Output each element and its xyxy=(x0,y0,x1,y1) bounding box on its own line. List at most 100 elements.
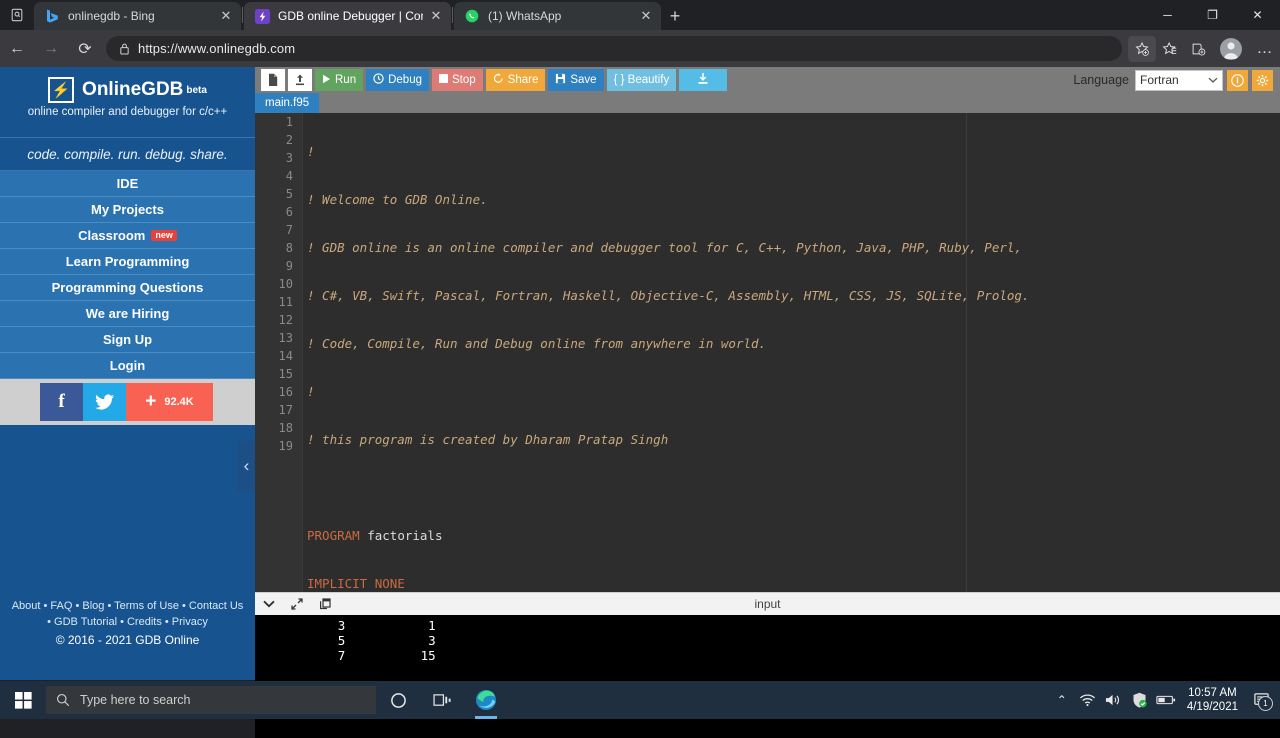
twitter-icon[interactable] xyxy=(83,383,126,421)
share-button[interactable]: + 92.4K xyxy=(126,383,213,421)
defender-icon[interactable] xyxy=(1127,681,1153,719)
sidebar: ⚡ OnlineGDB beta online compiler and deb… xyxy=(0,67,255,680)
sidebar-item-login[interactable]: Login xyxy=(0,353,255,379)
tab-close-icon[interactable]: ✕ xyxy=(427,7,445,25)
new-file-icon[interactable] xyxy=(261,69,285,91)
console-line: 7 15 xyxy=(255,648,436,663)
window-maximize-button[interactable]: ❐ xyxy=(1190,0,1235,30)
edge-icon[interactable] xyxy=(464,681,508,719)
facebook-icon[interactable]: f xyxy=(40,383,83,421)
info-icon[interactable] xyxy=(1227,69,1248,91)
footer-links-line-1[interactable]: About • FAQ • Blog • Terms of Use • Cont… xyxy=(0,598,255,614)
browser-tab-1[interactable]: GDB online Debugger | Compiler ✕ xyxy=(244,2,451,30)
sidebar-item-learn-programming[interactable]: Learn Programming xyxy=(0,249,255,275)
footer-links-line-2[interactable]: • GDB Tutorial • Credits • Privacy xyxy=(0,614,255,630)
code-line: ! xyxy=(303,143,1280,161)
tab-close-icon[interactable]: ✕ xyxy=(217,7,235,25)
language-select[interactable]: Fortran xyxy=(1135,69,1223,91)
sidebar-item-my-projects[interactable]: My Projects xyxy=(0,197,255,223)
screen: onlinegdb - Bing ✕ GDB online Debugger |… xyxy=(0,0,1280,738)
reload-button[interactable]: ⟳ xyxy=(68,32,102,66)
social-bar: f + 92.4K xyxy=(0,379,255,425)
play-icon xyxy=(322,74,331,87)
page-content: ⚡ OnlineGDB beta online compiler and deb… xyxy=(0,67,1280,738)
save-button[interactable]: Save xyxy=(548,69,604,91)
speaker-icon[interactable] xyxy=(1101,681,1127,719)
window-close-button[interactable]: ✕ xyxy=(1235,0,1280,30)
line-number: 12 xyxy=(278,313,293,327)
browser-tab-title: onlinegdb - Bing xyxy=(68,9,155,23)
battery-icon[interactable] xyxy=(1153,681,1179,719)
line-number: 13 xyxy=(278,331,293,345)
run-button[interactable]: Run xyxy=(315,69,364,91)
sidebar-collapse-button[interactable]: ‹ xyxy=(237,441,256,491)
debug-button[interactable]: Debug xyxy=(366,69,429,91)
save-icon xyxy=(555,73,566,87)
sidebar-item-ide[interactable]: IDE xyxy=(0,171,255,197)
gear-icon[interactable] xyxy=(1252,69,1273,91)
taskbar-search-input[interactable]: Type here to search xyxy=(46,686,376,714)
favorites-icon[interactable] xyxy=(1156,36,1184,62)
chevron-down-icon[interactable] xyxy=(255,593,283,615)
sidebar-item-classroom[interactable]: Classroom new xyxy=(0,223,255,249)
plus-icon: + xyxy=(145,391,157,412)
sidebar-item-label: My Projects xyxy=(91,202,164,217)
tab-close-icon[interactable]: ✕ xyxy=(637,7,655,25)
comment-token: ! xyxy=(307,144,315,159)
browser-tab-title: GDB online Debugger | Compiler xyxy=(278,9,423,23)
taskbar-search-placeholder: Type here to search xyxy=(80,693,191,707)
console-output[interactable]: 3 1 5 3 7 15 ...Program finished with ex… xyxy=(255,615,1280,738)
forward-button[interactable]: → xyxy=(34,32,68,66)
wifi-icon[interactable] xyxy=(1075,681,1101,719)
copy-icon[interactable] xyxy=(311,593,339,615)
favorite-add-icon[interactable] xyxy=(1128,35,1156,62)
back-button[interactable]: ← xyxy=(0,32,34,66)
output-panel-title: input xyxy=(754,597,781,611)
address-bar-url: https://www.onlinegdb.com xyxy=(138,41,296,56)
browser-tab-strip: onlinegdb - Bing ✕ GDB online Debugger |… xyxy=(0,0,1280,30)
ide-toolbar: Run Debug Stop Share Save {} Beautify L… xyxy=(255,67,1280,93)
browser-more-menu-button[interactable]: … xyxy=(1250,36,1280,62)
browser-tab-2[interactable]: (1) WhatsApp ✕ xyxy=(454,2,661,30)
avatar[interactable] xyxy=(1220,37,1242,60)
file-tab-main-f95[interactable]: main.f95 xyxy=(255,93,320,113)
comment-token: ! C#, VB, Swift, Pascal, Fortran, Haskel… xyxy=(307,288,1030,303)
sidebar-item-programming-questions[interactable]: Programming Questions xyxy=(0,275,255,301)
line-number-gutter: 1 2 3 4 5 6 7 8 9 10 11 12 13 14 15 16 1 xyxy=(255,113,303,592)
line-number: 1 xyxy=(285,115,293,129)
new-tab-button[interactable]: + xyxy=(661,2,689,30)
share-code-button[interactable]: Share xyxy=(485,69,546,91)
browser-tab-0[interactable]: onlinegdb - Bing ✕ xyxy=(34,2,241,30)
code-line: IMPLICIT NONE xyxy=(303,575,1280,592)
windows-start-icon[interactable] xyxy=(0,681,46,719)
line-number: 16 xyxy=(278,385,293,399)
language-label: Language xyxy=(1073,73,1129,87)
tray-chevron-icon[interactable]: ⌃ xyxy=(1049,681,1075,719)
beautify-button[interactable]: { } Beautify xyxy=(606,69,677,91)
whatsapp-icon xyxy=(464,8,480,24)
sidebar-item-label: Login xyxy=(109,358,146,373)
window-minimize-button[interactable]: ─ xyxy=(1145,0,1190,30)
stop-button[interactable]: Stop xyxy=(432,69,483,91)
collections-icon[interactable] xyxy=(1184,36,1212,62)
expand-icon[interactable] xyxy=(283,593,311,615)
tab-search-icon[interactable] xyxy=(0,0,34,30)
code-editor[interactable]: 1 2 3 4 5 6 7 8 9 10 11 12 13 14 15 16 1 xyxy=(255,113,1280,592)
console-line: 5 3 xyxy=(255,633,436,648)
cortana-icon[interactable] xyxy=(376,681,420,719)
code-content[interactable]: ! ! Welcome to GDB Online. ! GDB online … xyxy=(303,113,1280,592)
sidebar-item-we-are-hiring[interactable]: We are Hiring xyxy=(0,301,255,327)
line-number: 6 xyxy=(285,205,293,219)
identifier-token: factorials xyxy=(367,528,443,543)
window-controls: ─ ❐ ✕ xyxy=(1145,0,1280,30)
task-view-icon[interactable] xyxy=(420,681,464,719)
browser-tab-title: (1) WhatsApp xyxy=(488,9,562,23)
download-button[interactable] xyxy=(679,69,728,91)
taskbar-clock[interactable]: 10:57 AM 4/19/2021 xyxy=(1179,686,1246,714)
open-file-icon[interactable] xyxy=(288,69,312,91)
line-number: 10 xyxy=(278,277,293,291)
notifications-icon[interactable]: 1 xyxy=(1246,681,1276,719)
footer-copyright: © 2016 - 2021 GDB Online xyxy=(55,633,200,647)
address-bar[interactable]: https://www.onlinegdb.com xyxy=(106,36,1122,61)
sidebar-item-sign-up[interactable]: Sign Up xyxy=(0,327,255,353)
